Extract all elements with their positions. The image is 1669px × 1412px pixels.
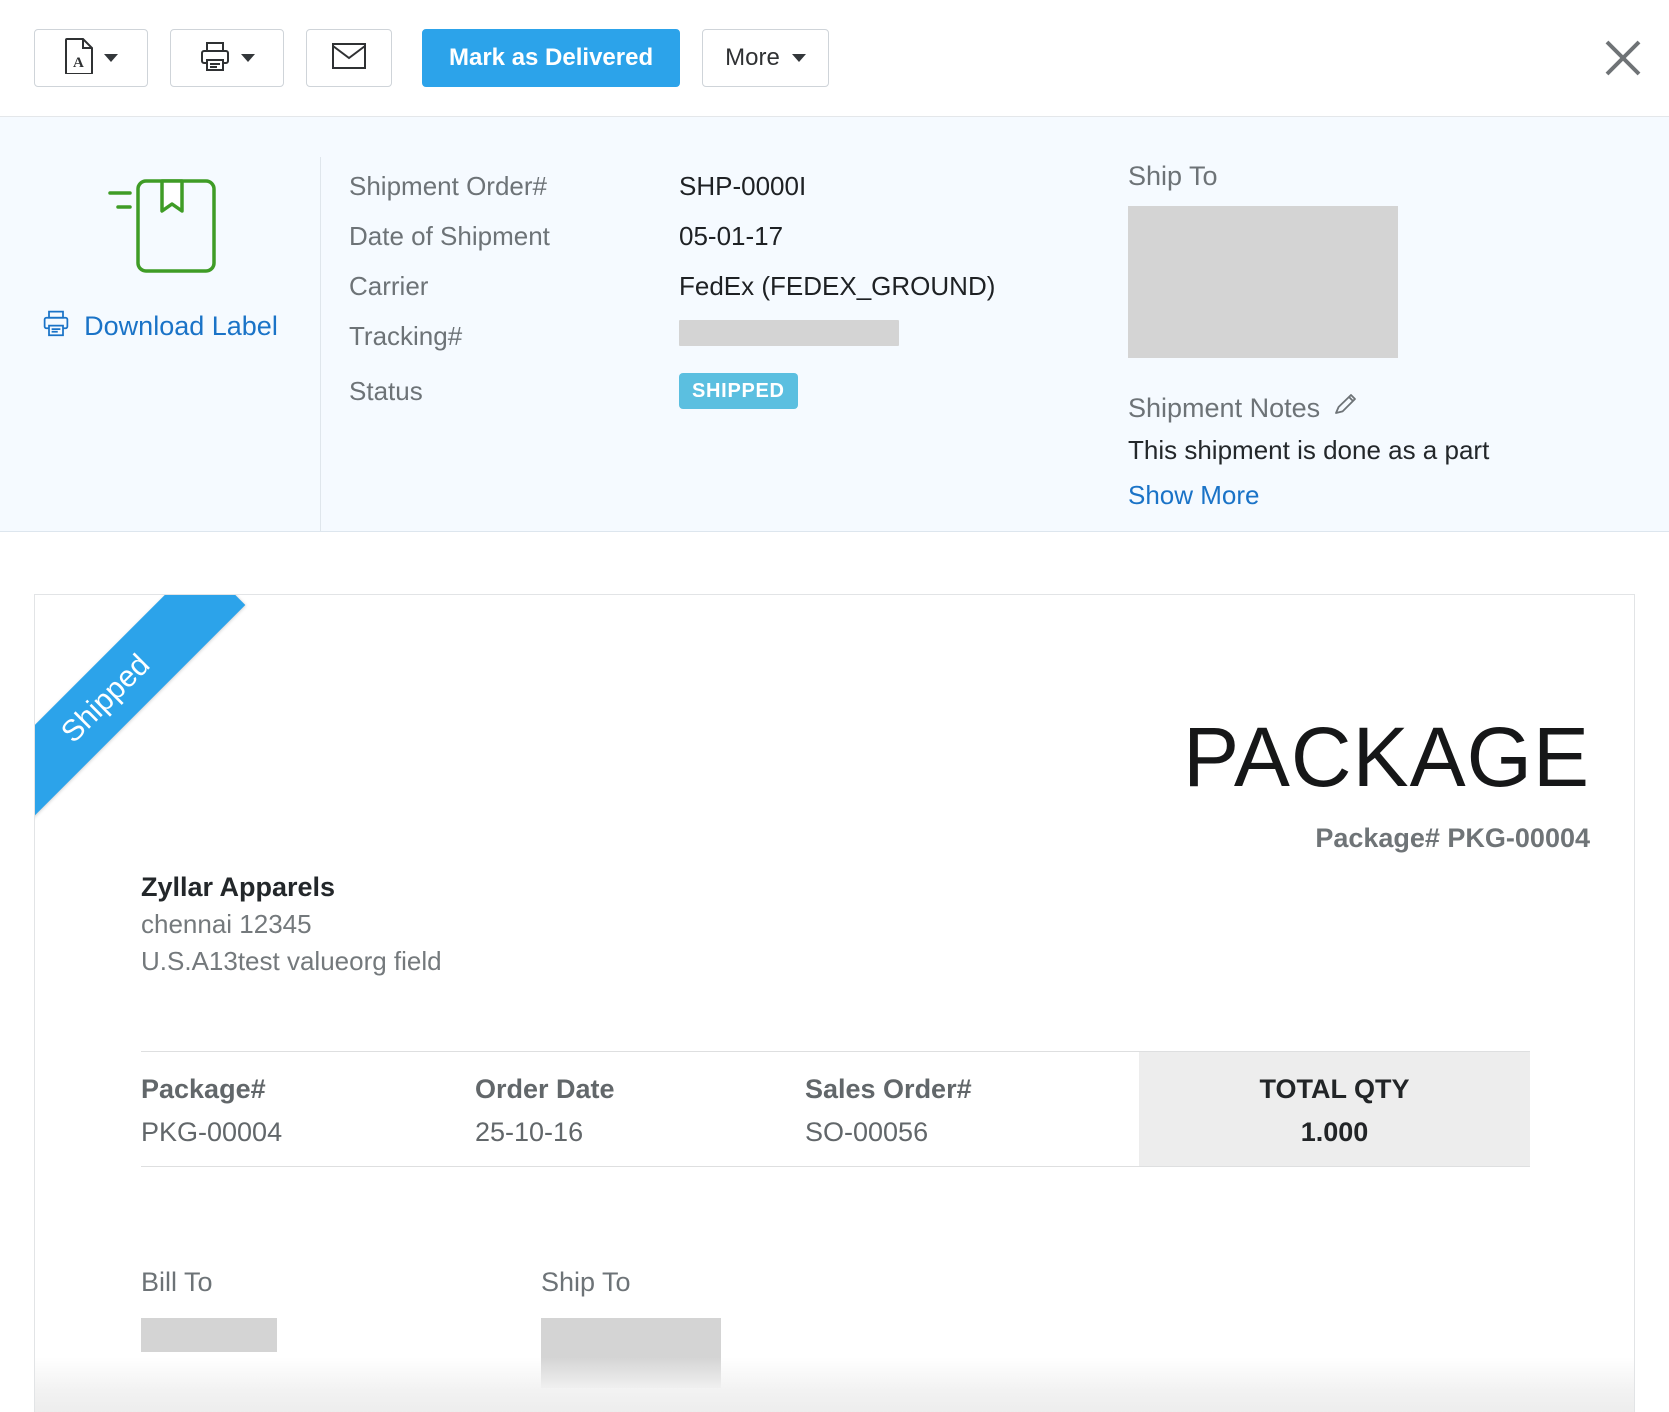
printer-icon (42, 309, 70, 344)
print-button[interactable] (170, 29, 284, 87)
info-header: Sales Order# (805, 1074, 1139, 1105)
shipment-notes-heading-row: Shipment Notes (1128, 392, 1489, 425)
field-label: Carrier (349, 271, 679, 302)
info-cell-package-number: Package# PKG-00004 (141, 1052, 475, 1166)
company-address-line-2: U.S.A13test valueorg field (141, 946, 1634, 977)
package-document-card: Shipped PACKAGE Package# PKG-00004 Zylla… (34, 594, 1635, 1412)
ship-to-heading: Ship To (1128, 161, 1489, 192)
company-address-line-1: chennai 12345 (141, 909, 1634, 940)
field-label: Date of Shipment (349, 221, 679, 252)
export-pdf-button[interactable]: A (34, 29, 148, 87)
action-toolbar: A Mark as Delivered More (0, 0, 1669, 117)
info-value: SO-00056 (805, 1117, 1139, 1148)
package-info-table: Package# PKG-00004 Order Date 25-10-16 S… (141, 1051, 1530, 1167)
field-label: Shipment Order# (349, 171, 679, 202)
info-cell-sales-order: Sales Order# SO-00056 (805, 1052, 1139, 1166)
status-badge: SHIPPED (679, 373, 798, 409)
envelope-icon (332, 43, 366, 74)
field-value-date-of-shipment: 05-01-17 (679, 221, 783, 252)
field-row-carrier: Carrier FedEx (FEDEX_GROUND) (349, 261, 1120, 311)
company-address-block: Zyllar Apparels chennai 12345 U.S.A13tes… (35, 854, 1634, 977)
more-button[interactable]: More (702, 29, 829, 87)
info-value: PKG-00004 (141, 1117, 475, 1148)
email-button[interactable] (306, 29, 392, 87)
svg-text:A: A (73, 55, 84, 71)
bill-to-heading: Bill To (141, 1267, 541, 1298)
download-label-text: Download Label (84, 311, 278, 342)
info-value: 1.000 (1139, 1117, 1530, 1148)
download-label-link[interactable]: Download Label (42, 309, 278, 344)
field-value-shipment-order: SHP-0000I (679, 171, 806, 202)
company-name: Zyllar Apparels (141, 872, 1634, 903)
field-row-date-of-shipment: Date of Shipment 05-01-17 (349, 211, 1120, 261)
field-row-tracking: Tracking# (349, 311, 1120, 361)
shipment-summary-panel: Download Label Shipment Order# SHP-0000I… (0, 117, 1669, 532)
info-header: Order Date (475, 1074, 805, 1105)
field-value-tracking-redacted (679, 320, 899, 346)
show-more-link[interactable]: Show More (1128, 480, 1260, 511)
printer-icon (199, 40, 231, 77)
chevron-down-icon (792, 54, 806, 62)
field-row-shipment-order: Shipment Order# SHP-0000I (349, 161, 1120, 211)
page-fade-overlay (35, 1357, 1634, 1412)
shipment-notes-heading: Shipment Notes (1128, 393, 1320, 424)
mark-as-delivered-button[interactable]: Mark as Delivered (422, 29, 680, 87)
shipment-notes-text: This shipment is done as a part (1128, 435, 1489, 466)
document-title: PACKAGE (35, 595, 1634, 799)
chevron-down-icon (241, 54, 255, 62)
field-value-carrier: FedEx (FEDEX_GROUND) (679, 271, 995, 302)
close-icon[interactable] (1601, 36, 1645, 80)
chevron-down-icon (104, 54, 118, 62)
info-value: 25-10-16 (475, 1117, 805, 1148)
ship-to-section: Ship To Shipment Notes This shipment is … (1120, 157, 1489, 531)
ship-to-redacted-block (1128, 206, 1398, 358)
field-label: Tracking# (349, 321, 679, 352)
more-button-label: More (725, 44, 780, 72)
field-row-status: Status SHIPPED (349, 361, 1120, 421)
bill-to-redacted-block (141, 1318, 277, 1352)
package-document-preview: Shipped PACKAGE Package# PKG-00004 Zylla… (0, 532, 1669, 1412)
info-cell-total-qty: TOTAL QTY 1.000 (1139, 1052, 1530, 1166)
pdf-file-icon: A (64, 38, 94, 79)
document-subtitle: Package# PKG-00004 (35, 799, 1634, 854)
document-ship-to-heading: Ship To (541, 1267, 941, 1298)
shipment-fields: Shipment Order# SHP-0000I Date of Shipme… (320, 157, 1120, 531)
package-box-icon (100, 169, 220, 287)
info-header: Package# (141, 1074, 475, 1105)
info-cell-order-date: Order Date 25-10-16 (475, 1052, 805, 1166)
info-header: TOTAL QTY (1139, 1074, 1530, 1105)
summary-left-column: Download Label (0, 157, 320, 531)
pencil-icon[interactable] (1332, 392, 1358, 425)
field-label: Status (349, 376, 679, 407)
